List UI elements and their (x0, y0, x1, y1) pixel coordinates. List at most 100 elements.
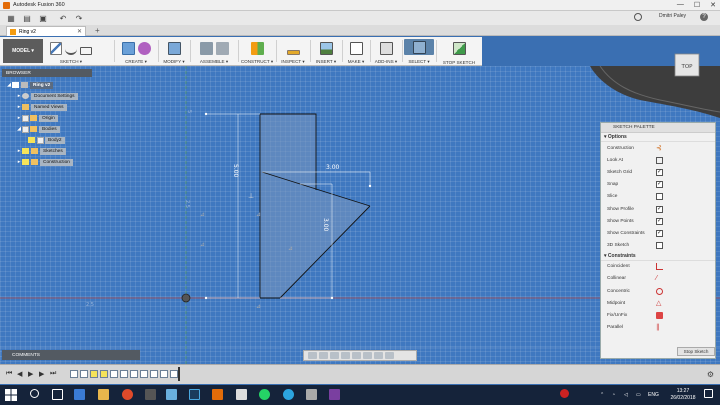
constraint-parallel[interactable]: Parallel ∥ (601, 322, 715, 334)
close-tab-icon[interactable]: ✕ (77, 28, 82, 35)
stop-sketch-icon[interactable] (452, 42, 466, 55)
constraint-glyph[interactable]: ⊿ (256, 211, 261, 218)
measure-icon[interactable] (286, 50, 300, 55)
view-cube[interactable]: TOP (668, 50, 704, 82)
make-group[interactable]: MAKE ▾ (344, 39, 368, 65)
sketch-point[interactable] (368, 184, 372, 188)
rectangle-icon[interactable] (79, 47, 93, 55)
timeline-feature-icon[interactable] (130, 370, 138, 378)
browser-item-body2[interactable]: Body2 (28, 136, 65, 144)
look-at-nav-icon[interactable] (319, 352, 328, 359)
photoshop-icon[interactable] (189, 389, 200, 400)
search-icon[interactable] (30, 389, 39, 398)
pan-icon[interactable] (330, 352, 339, 359)
constraint-fix-unfix[interactable]: Fix/UnFix (601, 309, 715, 321)
onenote-icon[interactable] (329, 389, 340, 400)
parallel-icon[interactable]: ∥ (656, 324, 663, 331)
task-view-icon[interactable] (52, 389, 63, 400)
add-ins-group[interactable]: ADD-INS ▾ (372, 39, 400, 65)
modify-group[interactable]: MODIFY ▾ (160, 39, 188, 65)
constraint-glyph[interactable]: ⊿ (200, 211, 205, 218)
zoom-icon[interactable] (341, 352, 350, 359)
timeline-settings-icon[interactable]: ⚙ (707, 370, 714, 379)
browser-item-root[interactable]: ◢ Ring v2 (6, 81, 54, 89)
browser-header[interactable]: BROWSER (2, 69, 92, 77)
construction-icon[interactable]: ⊰ (656, 145, 663, 152)
timeline-feature-icon[interactable] (120, 370, 128, 378)
dimension-height-label[interactable]: 5.00 (232, 164, 239, 178)
visibility-checkbox[interactable] (22, 114, 29, 122)
new-tab-icon[interactable]: + (95, 26, 100, 35)
options-section-header[interactable]: ▾ Options (601, 133, 715, 142)
tray-app-icon[interactable] (560, 389, 569, 398)
form-icon[interactable] (137, 42, 151, 55)
create-sketch-icon[interactable] (50, 42, 63, 55)
insert-group[interactable]: INSERT ▾ (312, 39, 340, 65)
eye-icon[interactable] (22, 148, 29, 154)
whatsapp-icon[interactable] (259, 389, 270, 400)
option-look-at[interactable]: Look At (601, 154, 715, 166)
notifications-icon[interactable] (704, 389, 713, 398)
select-icon[interactable] (412, 41, 426, 54)
step-back-button[interactable]: ◀ (17, 370, 22, 378)
language-indicator[interactable]: ENG (648, 392, 659, 398)
save-icon[interactable]: ▣ (38, 14, 48, 23)
workspace-switcher[interactable]: MODEL ▾ (3, 39, 43, 63)
assemble-group[interactable]: ASSEMBLE ▾ (192, 39, 236, 65)
option-slice[interactable]: Slice (601, 191, 715, 203)
user-name[interactable]: Dmitri Paley (659, 13, 686, 19)
fusion-taskbar-icon[interactable] (212, 389, 223, 400)
maximize-button[interactable]: ☐ (694, 1, 700, 9)
constraint-concentric[interactable]: Concentric (601, 285, 715, 297)
tab-ring-v2[interactable]: Ring v2 ✕ (6, 26, 86, 36)
option-show-points[interactable]: Show Points ✓ (601, 215, 715, 227)
job-status-icon[interactable] (634, 13, 642, 21)
constraint-midpoint[interactable]: Midpoint △ (601, 297, 715, 309)
file-explorer-icon[interactable] (98, 389, 109, 400)
midpoint-icon[interactable]: △ (656, 300, 663, 307)
timeline-feature-icon[interactable] (110, 370, 118, 378)
play-button[interactable]: ▶ (28, 370, 33, 378)
new-component-icon[interactable] (199, 42, 213, 55)
constraint-glyph[interactable]: ⊿ (200, 241, 205, 248)
extrude-icon[interactable] (121, 42, 135, 55)
sketch-palette-header[interactable]: SKETCH PALETTE (601, 123, 715, 133)
windows-start-icon[interactable] (5, 389, 17, 401)
browser-item-construction[interactable]: ▸ Construction (16, 158, 73, 166)
browser-item-bodies[interactable]: ◢ Bodies (16, 125, 60, 133)
construct-group[interactable]: CONSTRUCT ▾ (240, 39, 274, 65)
eye-icon[interactable] (22, 159, 29, 165)
browser-item-sketches[interactable]: ▸ Sketches (16, 147, 66, 155)
minimize-button[interactable]: — (677, 1, 684, 9)
constraint-glyph[interactable]: ⊿ (288, 245, 293, 252)
inspect-group[interactable]: INSPECT ▾ (278, 39, 308, 65)
display-settings-icon[interactable] (363, 352, 372, 359)
comments-panel[interactable]: COMMENTS (2, 350, 140, 360)
lock-icon[interactable] (656, 312, 663, 320)
browser-item-origin[interactable]: ▸ Origin (16, 114, 58, 122)
dimension-top-label[interactable]: 3.00 (326, 164, 340, 171)
timeline-feature-icon[interactable] (160, 370, 168, 378)
sketch-group[interactable]: SKETCH ▾ (50, 39, 93, 65)
scripts-icon[interactable] (379, 42, 393, 55)
look-at-icon[interactable] (656, 156, 663, 164)
telegram-icon[interactable] (283, 389, 294, 400)
sketch-point[interactable] (330, 296, 334, 300)
perpendicular-constraint-icon[interactable]: ⊥ (248, 192, 254, 200)
file-menu-icon[interactable]: ▤ (22, 14, 32, 23)
collinear-icon[interactable]: ⁄ (656, 275, 663, 282)
option-construction[interactable]: Construction ⊰ (601, 142, 715, 154)
close-window-button[interactable]: ✕ (710, 1, 716, 9)
tray-chevron-icon[interactable]: ⌃ (600, 392, 604, 398)
constraint-collinear[interactable]: Collinear ⁄ (601, 273, 715, 285)
stop-sketch-group[interactable]: STOP SKETCH (438, 39, 480, 65)
edge-icon[interactable] (74, 389, 85, 400)
show-points-checkbox[interactable]: ✓ (656, 217, 663, 225)
snap-checkbox[interactable]: ✓ (656, 181, 663, 189)
timeline-feature-icon[interactable] (70, 370, 78, 378)
app-icon[interactable] (306, 389, 317, 400)
select-group[interactable]: SELECT ▾ (404, 39, 434, 65)
constraints-section-header[interactable]: ▾ Constraints (601, 252, 715, 261)
option-snap[interactable]: Snap ✓ (601, 179, 715, 191)
browser-item-document-settings[interactable]: ▸ Document Settings (16, 92, 78, 100)
